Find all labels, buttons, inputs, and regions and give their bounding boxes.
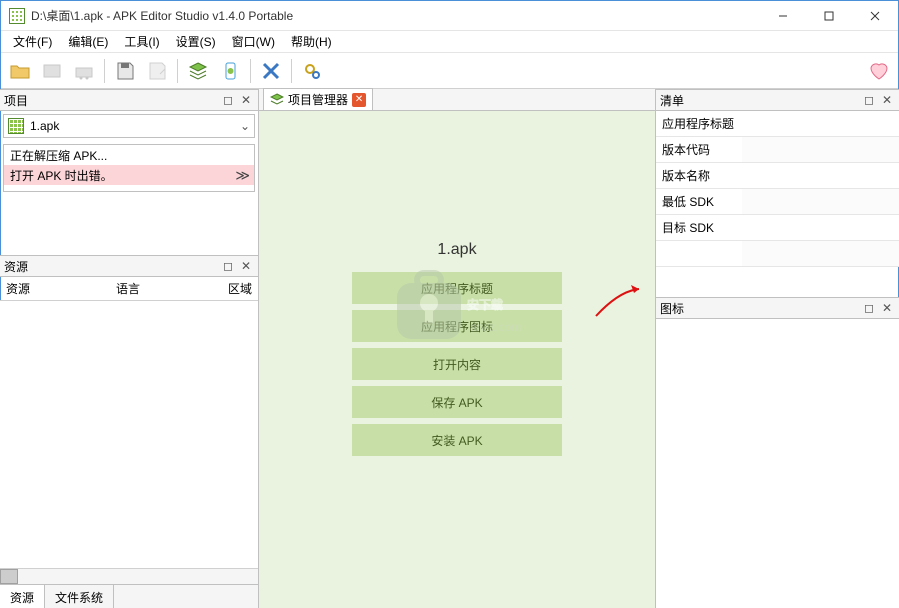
tab-resources[interactable]: 资源: [0, 584, 45, 608]
manifest-table: 应用程序标题 版本代码 版本名称 最低 SDK 目标 SDK: [656, 111, 899, 267]
manifest-row-empty: [656, 241, 742, 266]
menu-settings[interactable]: 设置(S): [168, 31, 224, 52]
project-name: 1.apk: [30, 119, 59, 133]
resources-scrollbar[interactable]: [0, 568, 258, 584]
project-manager-view: 安下载 anxz.com 1.apk 应用程序标题 应用程序图标 打开内容 保存…: [259, 111, 655, 608]
icons-panel[interactable]: [656, 319, 899, 608]
resources-tabs: 资源 文件系统: [0, 584, 258, 608]
manifest-key-min-sdk: 最低 SDK: [656, 189, 742, 214]
toolbar-separator: [291, 59, 292, 83]
manifest-key-version-code: 版本代码: [656, 137, 742, 162]
resources-panel-close-button[interactable]: ✕: [238, 258, 254, 274]
close-button[interactable]: [852, 1, 898, 31]
manifest-val-version-code[interactable]: [742, 137, 899, 162]
apk-title: 1.apk: [437, 241, 476, 259]
message-text: 打开 APK 时出错。: [10, 167, 113, 184]
project-panel-title: 项目: [4, 92, 218, 109]
manifest-key-version-name: 版本名称: [656, 163, 742, 188]
window-title: D:\桌面\1.apk - APK Editor Studio v1.4.0 P…: [31, 7, 760, 24]
resources-panel-float-button[interactable]: ◻: [220, 258, 236, 274]
manifest-val-version-name[interactable]: [742, 163, 899, 188]
center-tabbar: 项目管理器 ✕: [259, 89, 655, 111]
menu-help[interactable]: 帮助(H): [283, 31, 340, 52]
layers-icon: [270, 93, 284, 107]
project-panel: 1.apk ⌄ 正在解压缩 APK... 打开 APK 时出错。 ≫: [0, 111, 258, 195]
menu-window[interactable]: 窗口(W): [224, 31, 283, 52]
menu-file[interactable]: 文件(F): [5, 31, 60, 52]
manifest-key-target-sdk: 目标 SDK: [656, 215, 742, 240]
resources-panel-header: 资源 ◻ ✕: [0, 255, 258, 277]
tab-label: 项目管理器: [288, 91, 348, 108]
icons-panel-float-button[interactable]: ◻: [861, 300, 877, 316]
app-icon: [9, 8, 25, 24]
project-message[interactable]: 正在解压缩 APK...: [4, 145, 254, 165]
save-as-button[interactable]: [142, 56, 172, 86]
project-panel-float-button[interactable]: ◻: [220, 92, 236, 108]
menu-edit[interactable]: 编辑(E): [60, 31, 116, 52]
col-language[interactable]: 语言: [110, 277, 208, 300]
toolbar: [1, 53, 898, 89]
resources-panel: 资源 语言 区域 资源 文件系统: [0, 277, 258, 608]
manifest-panel-float-button[interactable]: ◻: [861, 92, 877, 108]
project-message-list: 正在解压缩 APK... 打开 APK 时出错。 ≫: [3, 144, 255, 192]
icons-panel-close-button[interactable]: ✕: [879, 300, 895, 316]
maximize-button[interactable]: [806, 1, 852, 31]
manifest-panel-close-button[interactable]: ✕: [879, 92, 895, 108]
minimize-button[interactable]: [760, 1, 806, 31]
save-apk-button[interactable]: 保存 APK: [352, 386, 562, 418]
explore-button[interactable]: [69, 56, 99, 86]
toolbar-separator: [104, 59, 105, 83]
edit-app-icon-button[interactable]: 应用程序图标: [352, 310, 562, 342]
save-button[interactable]: [110, 56, 140, 86]
project-message-error[interactable]: 打开 APK 时出错。 ≫: [4, 165, 254, 185]
tab-filesystem[interactable]: 文件系统: [45, 585, 114, 608]
chevron-down-icon: ⌄: [240, 119, 250, 133]
donate-button[interactable]: [864, 56, 894, 86]
manifest-panel-header: 清单 ◻ ✕: [656, 89, 899, 111]
resources-list[interactable]: [0, 301, 258, 568]
manifest-key-app-title: 应用程序标题: [656, 111, 742, 136]
icons-panel-title: 图标: [660, 300, 859, 317]
col-resource[interactable]: 资源: [0, 277, 110, 300]
tab-close-button[interactable]: ✕: [352, 93, 366, 107]
open-content-button[interactable]: 打开内容: [352, 348, 562, 380]
open-recent-button[interactable]: [37, 56, 67, 86]
tab-project-manager[interactable]: 项目管理器 ✕: [263, 88, 373, 110]
manifest-panel-title: 清单: [660, 92, 859, 109]
menu-tools[interactable]: 工具(I): [116, 31, 167, 52]
manifest-val-app-title[interactable]: [742, 111, 899, 136]
resources-panel-title: 资源: [4, 258, 218, 275]
message-text: 正在解压缩 APK...: [10, 147, 107, 164]
project-select[interactable]: 1.apk ⌄: [3, 114, 255, 138]
manifest-val-target-sdk[interactable]: [742, 215, 899, 240]
layers-button[interactable]: [183, 56, 213, 86]
install-apk-button[interactable]: 安装 APK: [352, 424, 562, 456]
resources-columns: 资源 语言 区域: [0, 277, 258, 301]
toolbar-separator: [250, 59, 251, 83]
settings-button[interactable]: [297, 56, 327, 86]
close-project-button[interactable]: [256, 56, 286, 86]
manifest-val-min-sdk[interactable]: [742, 189, 899, 214]
project-panel-close-button[interactable]: ✕: [238, 92, 254, 108]
project-panel-header: 项目 ◻ ✕: [0, 89, 258, 111]
edit-app-title-button[interactable]: 应用程序标题: [352, 272, 562, 304]
toolbar-separator: [177, 59, 178, 83]
title-bar: D:\桌面\1.apk - APK Editor Studio v1.4.0 P…: [1, 1, 898, 31]
col-region[interactable]: 区域: [208, 277, 258, 300]
device-button[interactable]: [215, 56, 245, 86]
open-button[interactable]: [5, 56, 35, 86]
annotation-arrow-icon: [594, 281, 649, 321]
menu-bar: 文件(F) 编辑(E) 工具(I) 设置(S) 窗口(W) 帮助(H): [1, 31, 898, 53]
details-arrow-icon: ≫: [235, 167, 248, 184]
icons-panel-header: 图标 ◻ ✕: [656, 297, 899, 319]
grid-icon: [8, 118, 24, 134]
